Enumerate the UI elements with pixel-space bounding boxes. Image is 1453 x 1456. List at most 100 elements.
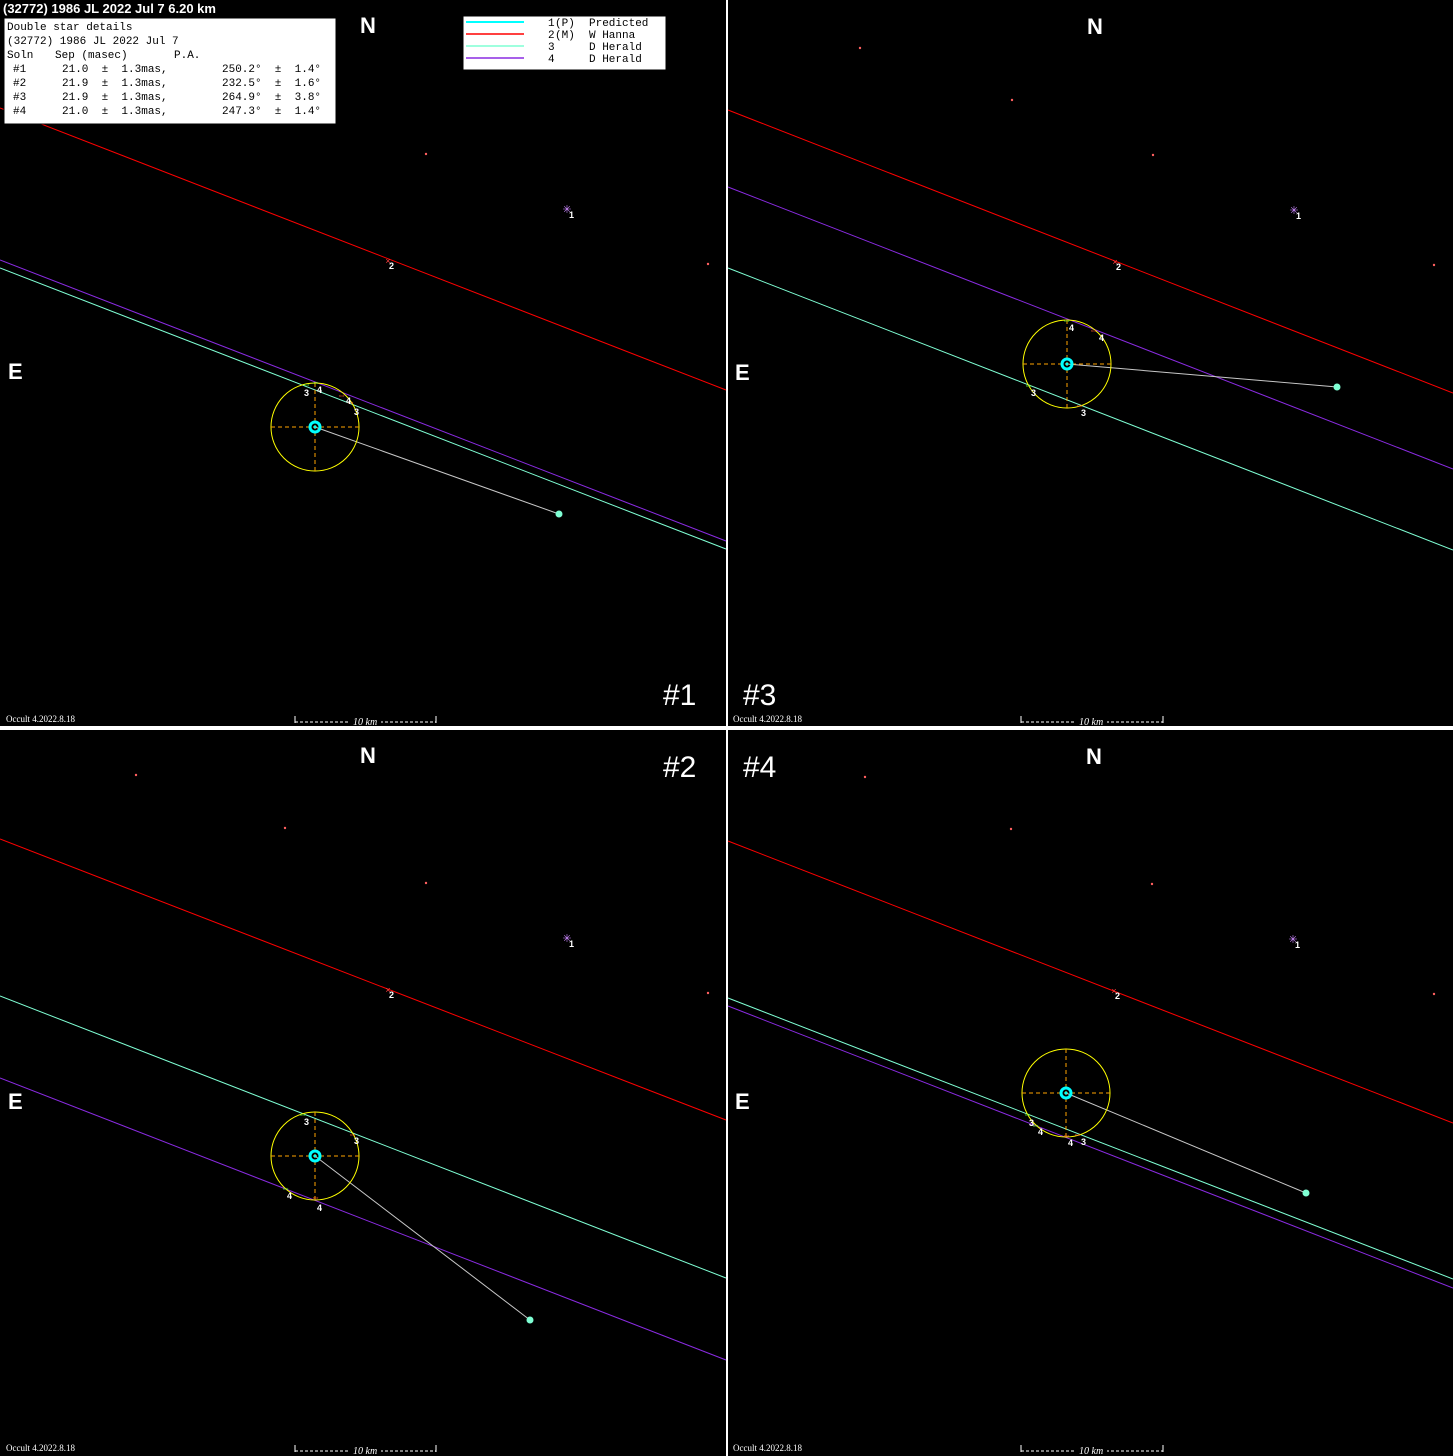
event-tick-icon: ⇔ — [337, 390, 346, 400]
details-row-sep: 21.0 ± 1.3mas, — [62, 106, 168, 118]
chord-label-2: 2 — [1116, 262, 1121, 272]
panel-background — [728, 730, 1453, 1456]
panel-background — [0, 730, 726, 1456]
east-label: E — [8, 359, 23, 384]
east-label: E — [735, 360, 750, 385]
chord-label-3: 3 — [304, 1117, 309, 1127]
north-label: N — [1086, 744, 1102, 769]
chord-label-3: 3 — [304, 388, 309, 398]
chord-label-1: 1 — [569, 210, 574, 220]
chord-label-4: 4 — [1068, 1138, 1073, 1148]
background-star — [1010, 98, 1014, 102]
background-star — [424, 881, 428, 885]
occultation-figure: ✳ 1 × 2 ⇔ ⇔ ⇔ ⇔ 3 4 4 3 N E #1 Occult 4.… — [0, 0, 1453, 1456]
asteroid-center-dot — [1064, 1091, 1068, 1095]
chord-label-4: 4 — [317, 1203, 322, 1213]
details-row-pa: 264.9° ± 3.8° — [222, 92, 321, 104]
background-star — [1432, 992, 1436, 996]
software-version: Occult 4.2022.8.18 — [733, 1443, 802, 1453]
details-column-soln: Soln — [7, 50, 33, 62]
background-star — [706, 262, 710, 266]
chord-label-3: 3 — [354, 407, 359, 417]
north-label: N — [360, 743, 376, 768]
background-star — [134, 773, 138, 777]
chord-label-3: 3 — [1031, 388, 1036, 398]
east-label: E — [735, 1089, 750, 1114]
secondary-star-marker — [1302, 1189, 1310, 1197]
chord-label-3: 3 — [1081, 408, 1086, 418]
chord-label-1: 1 — [1295, 940, 1300, 950]
solution-label: #3 — [743, 679, 776, 712]
scale-bar-label: 10 km — [353, 1446, 377, 1456]
chord-label-3: 3 — [1029, 1118, 1034, 1128]
background-star — [1432, 263, 1436, 267]
north-label: N — [360, 13, 376, 38]
legend-num: 1 — [548, 18, 555, 30]
chord-label-4: 4 — [1038, 1127, 1043, 1137]
solution-label: #4 — [743, 751, 776, 784]
scale-bar-label: 10 km — [353, 717, 377, 728]
background-star — [858, 46, 862, 50]
legend-observer: Predicted — [589, 18, 648, 30]
asteroid-center-dot — [313, 425, 317, 429]
secondary-star-marker — [1333, 383, 1341, 391]
solution-label: #2 — [663, 751, 696, 784]
details-row-soln: #3 — [13, 92, 26, 104]
background-star — [706, 991, 710, 995]
background-star — [863, 775, 867, 779]
legend-observer: D Herald — [589, 42, 642, 54]
software-version: Occult 4.2022.8.18 — [733, 714, 802, 724]
chord-label-4: 4 — [1069, 323, 1074, 333]
details-row-soln: #1 — [13, 64, 27, 76]
panel-solution-4: ✳ 1 × 2 ⇔ ⇔ ⇔ ⇔ 3 4 4 3 N E #4 Occult 4.… — [727, 730, 1453, 1456]
asteroid-center-dot — [313, 1154, 317, 1158]
background-star — [424, 152, 428, 156]
background-star — [1150, 882, 1154, 886]
details-heading: Double star details — [7, 22, 132, 34]
chord-label-2: 2 — [389, 990, 394, 1000]
panel-solution-2: ✳ 1 × 2 ⇔ ⇔ ⇔ ⇔ 3 3 4 4 N E #2 Occult 4.… — [0, 730, 727, 1456]
software-version: Occult 4.2022.8.18 — [6, 714, 75, 724]
software-version: Occult 4.2022.8.18 — [6, 1443, 75, 1453]
chord-label-4: 4 — [317, 385, 322, 395]
north-label: N — [1087, 14, 1103, 39]
panel-solution-1: ✳ 1 × 2 ⇔ ⇔ ⇔ ⇔ 3 4 4 3 N E #1 Occult 4.… — [0, 0, 727, 728]
scale-bar-label: 10 km — [1079, 717, 1103, 728]
scale-bar-label: 10 km — [1079, 1446, 1103, 1456]
event-tick-icon: ⇔ — [311, 1192, 320, 1202]
chord-label-2: 2 — [1115, 991, 1120, 1001]
chord-legend: 1 (P) Predicted 2 (M) W Hanna 3 D Herald… — [462, 15, 667, 71]
background-star — [283, 826, 287, 830]
chord-label-3: 3 — [1081, 1137, 1086, 1147]
chord-label-1: 1 — [569, 939, 574, 949]
secondary-star-marker — [526, 1316, 534, 1324]
details-row-soln: #2 — [13, 78, 26, 90]
chord-label-3: 3 — [354, 1136, 359, 1146]
legend-num: 3 — [548, 42, 555, 54]
background-star — [1151, 153, 1155, 157]
details-object: (32772) 1986 JL 2022 Jul 7 — [7, 36, 179, 48]
details-column-pa: P.A. — [174, 50, 200, 62]
chord-label-4: 4 — [287, 1191, 292, 1201]
details-row-sep: 21.9 ± 1.3mas, — [62, 92, 168, 104]
double-star-details-box: Double star details (32772) 1986 JL 2022… — [3, 17, 337, 125]
event-tick-icon: ⇔ — [1089, 325, 1098, 335]
figure-title: (32772) 1986 JL 2022 Jul 7 6.20 km — [3, 1, 216, 16]
details-row-sep: 21.0 ± 1.3mas, — [62, 64, 168, 76]
details-row-pa: 232.5° ± 1.6° — [222, 78, 321, 90]
panel-background — [728, 0, 1453, 726]
details-row-sep: 21.9 ± 1.3mas, — [62, 78, 168, 90]
chord-label-4: 4 — [346, 396, 351, 406]
legend-observer: D Herald — [589, 54, 642, 66]
legend-code: (P) — [555, 18, 575, 30]
details-row-pa: 250.2° ± 1.4° — [222, 64, 321, 76]
panel-solution-3: ✳ 1 × 2 ⇔ ⇔ ⇔ ⇔ 4 4 3 3 N E #3 Occult 4.… — [727, 0, 1453, 728]
legend-num: 4 — [548, 54, 555, 66]
chord-label-2: 2 — [389, 261, 394, 271]
asteroid-center-dot — [1065, 362, 1069, 366]
chord-label-1: 1 — [1296, 211, 1301, 221]
chord-label-4: 4 — [1099, 333, 1104, 343]
legend-num: 2 — [548, 30, 555, 42]
east-label: E — [8, 1089, 23, 1114]
details-column-sep: Sep (masec) — [55, 50, 128, 62]
